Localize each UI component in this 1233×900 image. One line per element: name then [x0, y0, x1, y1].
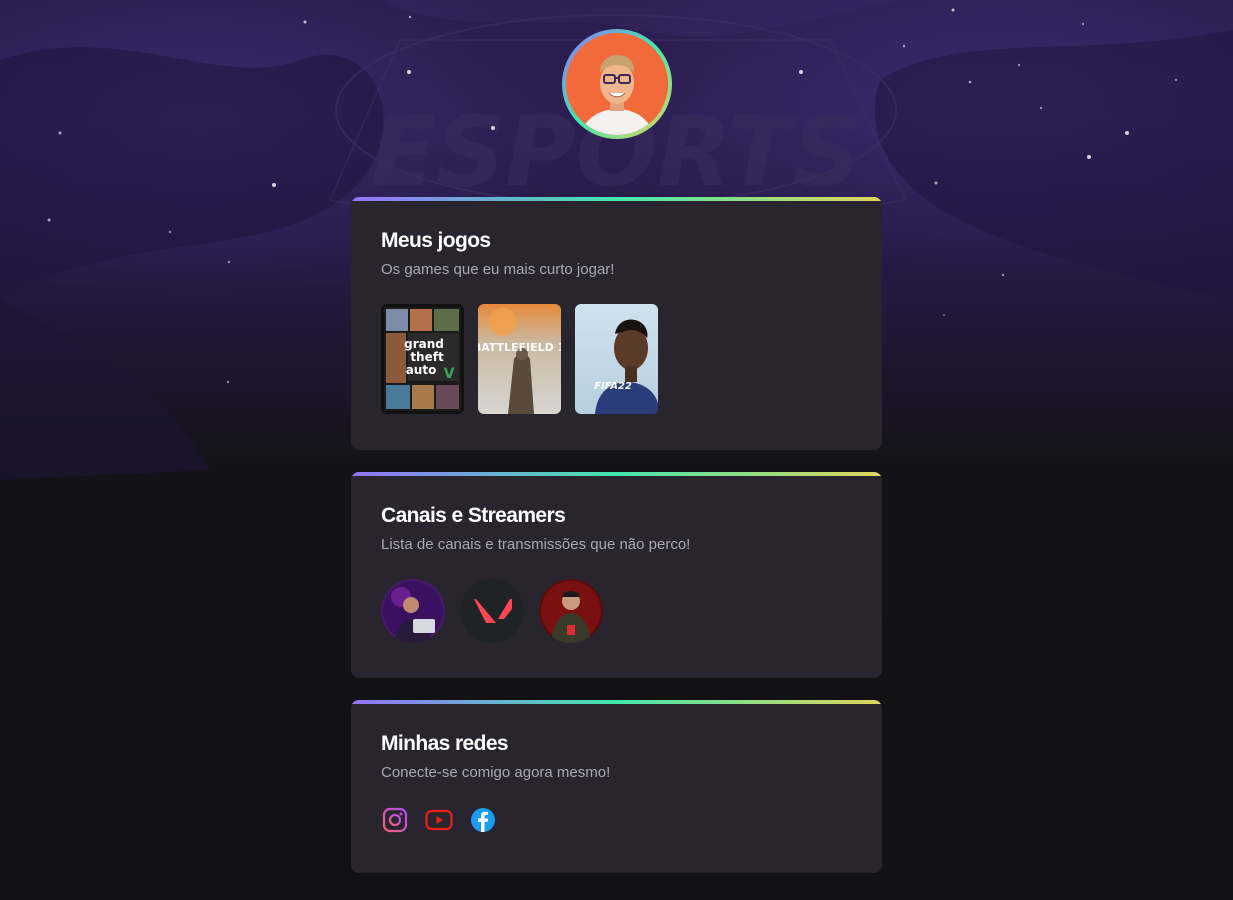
game-cover-fifa[interactable]: FIFA22 [575, 304, 658, 414]
streamer-avatar-1[interactable] [381, 579, 445, 643]
streamers-list [381, 579, 603, 643]
facebook-icon[interactable] [469, 806, 497, 834]
youtube-icon[interactable] [425, 806, 453, 834]
social-title: Minhas redes [381, 732, 509, 755]
games-card: Meus jogos Os games que eu mais curto jo… [351, 197, 882, 450]
profile-avatar [566, 33, 668, 135]
gta-cover-grand: grand [404, 337, 444, 351]
instagram-icon[interactable] [381, 806, 409, 834]
streamers-title: Canais e Streamers [381, 504, 566, 527]
profile-avatar-ring [562, 29, 672, 139]
streamer-avatar-valorant[interactable] [460, 579, 524, 643]
fifa-cover-title: FIFA22 [594, 381, 632, 392]
streamer-avatar-3[interactable] [539, 579, 603, 643]
game-cover-battlefield[interactable]: BATTLEFIELD 1 [478, 304, 561, 414]
social-card: Minhas redes Conecte-se comigo agora mes… [351, 700, 882, 873]
streamers-card: Canais e Streamers Lista de canais e tra… [351, 472, 882, 678]
games-subtitle: Os games que eu mais curto jogar! [381, 261, 615, 278]
gta-cover-auto: auto [406, 363, 437, 377]
streamers-subtitle: Lista de canais e transmissões que não p… [381, 536, 691, 553]
games-list: grand theft auto V BATTLEFIELD FIFA22 [381, 304, 658, 414]
gta-cover-five: V [444, 366, 455, 382]
gta-cover-theft: theft [410, 350, 444, 364]
games-title: Meus jogos [381, 229, 491, 252]
game-cover-gta[interactable]: grand theft auto V [381, 304, 464, 414]
battlefield-cover-title: BATTLEFIELD 1 [478, 341, 561, 354]
social-links [381, 806, 497, 834]
social-subtitle: Conecte-se comigo agora mesmo! [381, 764, 611, 781]
